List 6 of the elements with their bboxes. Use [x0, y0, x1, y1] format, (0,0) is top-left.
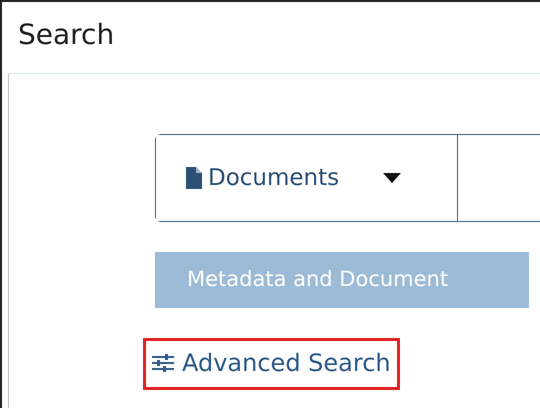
advanced-search-link[interactable]: Advanced Search	[152, 345, 391, 381]
document-icon	[186, 167, 202, 189]
sliders-icon	[152, 354, 174, 372]
caret-icon	[383, 173, 402, 183]
search-type-dropdown[interactable]: Documents	[156, 135, 458, 221]
page-title: Search	[8, 2, 540, 74]
